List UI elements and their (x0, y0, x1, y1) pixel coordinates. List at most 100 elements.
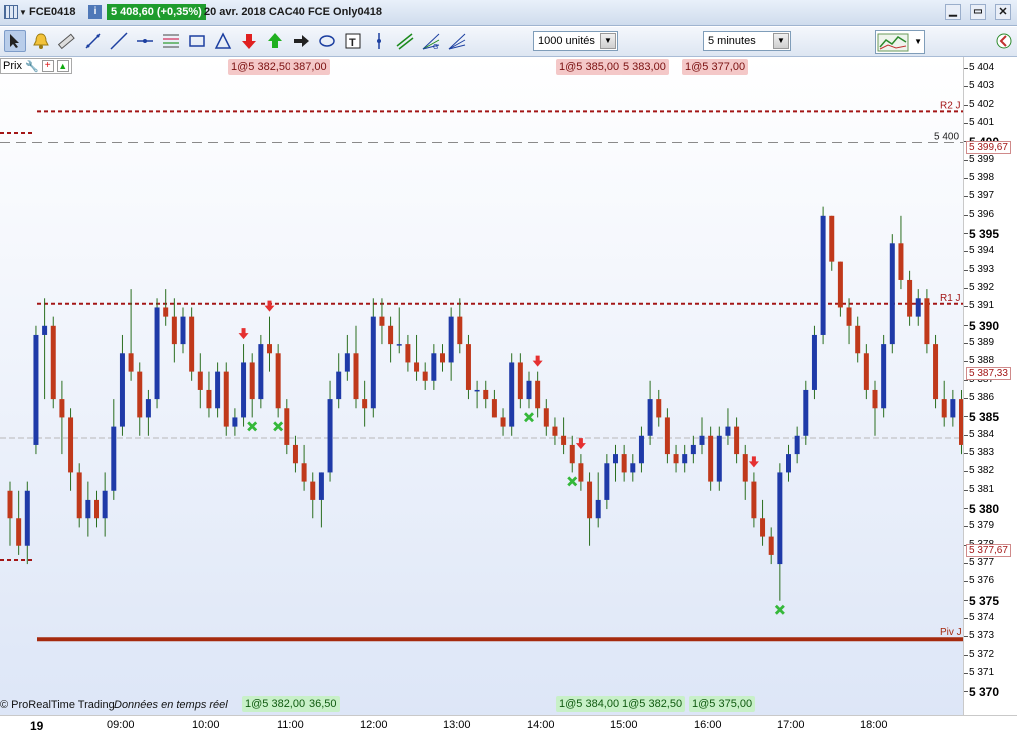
sell-order-label[interactable]: 387,00 (290, 59, 330, 75)
timeframe-select[interactable]: 5 minutes ▼ (703, 31, 791, 51)
chevron-down-icon[interactable]: ▼ (600, 33, 616, 49)
price-tick (964, 196, 968, 198)
time-label: 15:00 (610, 719, 638, 731)
price-tick-label: 5 389 (969, 337, 995, 349)
line-icon[interactable] (108, 30, 130, 52)
channel-icon[interactable] (394, 30, 416, 52)
time-axis[interactable]: 19 09:00 10:00 11:00 12:00 13:00 14:00 15:00 16:… (0, 715, 1017, 736)
sell-arrow-icon[interactable] (238, 30, 260, 52)
price-tick (964, 526, 968, 528)
candle-body (102, 490, 108, 519)
dropdown-icon[interactable]: ▼ (19, 8, 27, 17)
price-tick (964, 618, 968, 620)
candle-body (690, 444, 696, 455)
quantity-select[interactable]: 1000 unités ▼ (533, 31, 618, 51)
indicators-icon (877, 33, 909, 52)
candle-body (500, 417, 506, 427)
vertical-line-icon[interactable] (368, 30, 390, 52)
rectangle-icon[interactable] (186, 30, 208, 52)
candle-body (881, 344, 887, 409)
price-tick-label: 5 398 (969, 172, 995, 184)
time-label: 18:00 (860, 719, 888, 731)
candle-body (578, 463, 584, 482)
price-chart[interactable]: R2 J R1 J Piv J 5 400 Prix 🔧 + ▲ 1@5 382,50… (0, 57, 963, 715)
candle-body (353, 353, 359, 400)
svg-text:T: T (349, 37, 356, 49)
info-icon[interactable]: i (88, 5, 102, 19)
arrow-icon[interactable] (290, 30, 312, 52)
chevron-down-icon[interactable]: ▼ (773, 33, 789, 49)
fibonacci-icon[interactable] (160, 30, 182, 52)
panel-label-box: Prix 🔧 + ▲ (0, 58, 72, 74)
candle-body (786, 454, 791, 473)
indicators-button[interactable]: ▼ (875, 30, 925, 54)
candle-body (837, 261, 843, 308)
buy-arrow-icon[interactable] (264, 30, 286, 52)
buy-order-label[interactable]: 1@5 382,50 (619, 696, 686, 712)
sell-order-label[interactable]: 1@5 385,00 (556, 59, 623, 75)
buy-order-label[interactable]: 36,50 (306, 696, 340, 712)
wrench-icon[interactable]: 🔧 (25, 60, 39, 73)
candle-body (414, 362, 420, 372)
triangle-icon[interactable] (212, 30, 234, 52)
candle-body (491, 399, 497, 418)
horizontal-line-icon[interactable] (134, 30, 156, 52)
price-badge: 5 408,60 (+0,35%) (107, 4, 206, 20)
remove-icon[interactable]: + (41, 60, 54, 72)
gann-fan-icon[interactable]: G (420, 30, 442, 52)
buy-marker-icon (774, 604, 785, 615)
close-icon[interactable]: ✕ (995, 4, 1011, 20)
price-tick (964, 178, 968, 180)
candle-body (16, 518, 22, 546)
candle-body (474, 389, 480, 392)
sell-order-label[interactable]: 1@5 377,00 (682, 59, 749, 75)
candle-body (535, 380, 541, 409)
text-icon[interactable]: T (342, 30, 364, 52)
chevron-down-icon[interactable]: ▼ (914, 37, 922, 46)
candlestick-chart[interactable]: R2 J R1 J Piv J 5 400 (0, 57, 963, 715)
price-tick-label: 5 391 (969, 300, 995, 312)
ruler-icon[interactable] (55, 30, 77, 52)
price-tick (964, 398, 968, 400)
ellipse-icon[interactable] (316, 30, 338, 52)
price-tick (964, 343, 968, 345)
price-tick (964, 453, 968, 455)
candle-body (483, 389, 489, 400)
price-tick-label: 5 388 (969, 355, 995, 367)
alert-bell-icon[interactable] (30, 30, 52, 52)
price-tick-label: 5 396 (969, 208, 995, 220)
navigate-icon[interactable] (994, 30, 1014, 52)
candle-body (716, 435, 722, 482)
candle-body (734, 426, 740, 455)
price-tick (964, 581, 968, 583)
candle-body (708, 435, 714, 482)
maximize-icon[interactable]: ▭ (970, 4, 986, 20)
pointer-icon[interactable] (4, 30, 26, 52)
minimize-icon[interactable]: ▁ (945, 4, 961, 20)
price-tick (964, 434, 968, 436)
price-tick (964, 599, 968, 601)
panel-label: Prix (3, 60, 22, 72)
candle-body (664, 417, 670, 455)
price-tick (964, 214, 968, 216)
buy-order-label[interactable]: 1@5 384,00 (556, 696, 623, 712)
buy-order-label[interactable]: 1@5 382,00 (242, 696, 309, 712)
fan-icon[interactable] (446, 30, 468, 52)
candle-body (941, 399, 947, 418)
grid-icon[interactable] (4, 5, 18, 19)
r1-label: R1 J (940, 293, 961, 304)
sell-order-label[interactable]: 1@5 382,50 (228, 59, 295, 75)
sell-order-label[interactable]: 5 383,00 (620, 59, 669, 75)
candle-body (85, 499, 91, 519)
collapse-icon[interactable]: ▲ (56, 60, 69, 72)
price-tick-label: 5 403 (969, 80, 995, 92)
drawing-toolbar: T G 1000 unités ▼ 5 minutes ▼ ▼ (0, 27, 1017, 57)
segment-icon[interactable] (82, 30, 104, 52)
candle-body (163, 307, 169, 317)
instrument-name[interactable]: FCE0418 (29, 6, 75, 18)
buy-order-label[interactable]: 1@5 375,00 (689, 696, 756, 712)
price-axis[interactable]: 5 4045 4035 4025 4015 4005 3995 3985 397… (963, 57, 1017, 715)
candle-body (33, 334, 39, 445)
candle-body (68, 417, 74, 473)
candle-body (154, 307, 160, 400)
